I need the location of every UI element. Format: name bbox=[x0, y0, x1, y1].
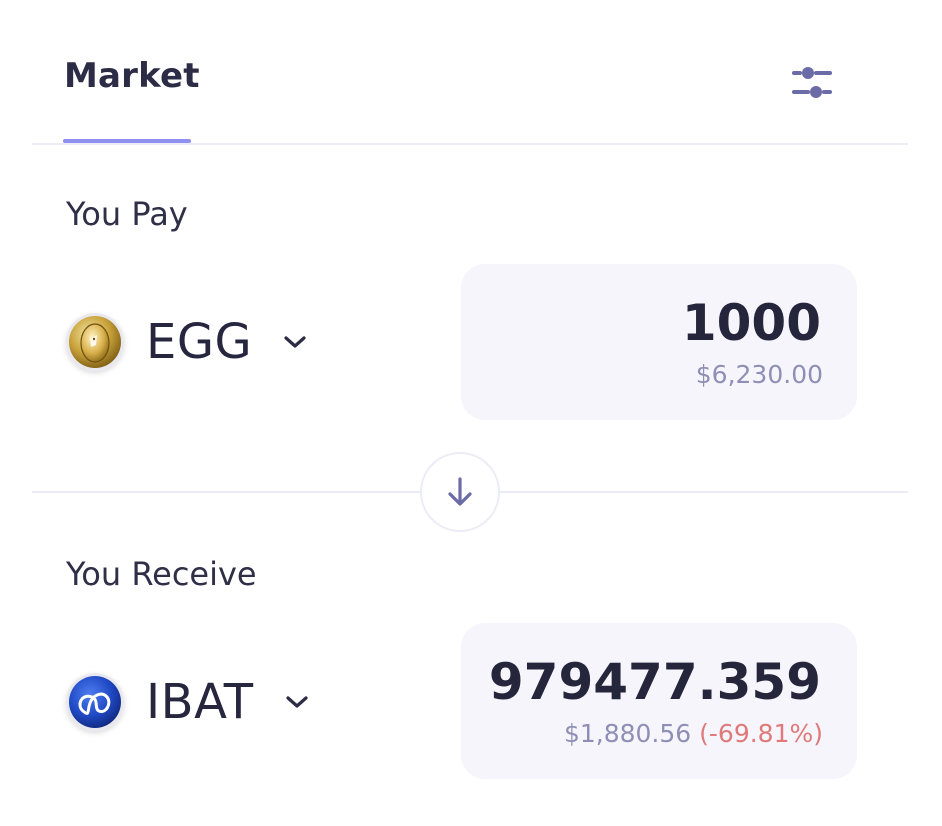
pay-usd-value: $6,230.00 bbox=[695, 360, 823, 389]
settings-button[interactable] bbox=[788, 62, 836, 102]
chevron-down-icon bbox=[285, 696, 308, 708]
you-pay-label: You Pay bbox=[66, 195, 188, 233]
receive-token-symbol: IBAT bbox=[146, 674, 254, 730]
pay-amount-value: 1000 bbox=[681, 294, 821, 352]
chevron-down-icon bbox=[284, 336, 306, 348]
header-divider bbox=[32, 143, 908, 145]
receive-amount-output: 979477.359 $1,880.56 (-69.81%) bbox=[461, 623, 857, 779]
receive-usd-value: $1,880.56 bbox=[563, 719, 692, 748]
ibat-token-logo bbox=[66, 673, 124, 731]
egg-token-logo bbox=[66, 313, 124, 371]
price-impact-badge: (-69.81%) bbox=[699, 719, 823, 748]
tab-market[interactable]: Market bbox=[64, 56, 200, 96]
swap-panel: Market You Pay EGG 1000 $6,230.00 You Re… bbox=[0, 0, 942, 826]
pay-token-symbol: EGG bbox=[146, 314, 253, 370]
receive-usd-row: $1,880.56 (-69.81%) bbox=[564, 719, 823, 748]
receive-amount-value: 979477.359 bbox=[488, 653, 821, 711]
pay-amount-input[interactable]: 1000 $6,230.00 bbox=[461, 264, 857, 420]
receive-token-selector[interactable]: IBAT bbox=[66, 670, 310, 734]
sliders-icon bbox=[792, 67, 832, 98]
arrow-down-icon bbox=[448, 477, 472, 506]
you-receive-label: You Receive bbox=[66, 555, 257, 593]
pay-token-selector[interactable]: EGG bbox=[66, 310, 308, 374]
swap-direction-button[interactable] bbox=[420, 452, 500, 532]
